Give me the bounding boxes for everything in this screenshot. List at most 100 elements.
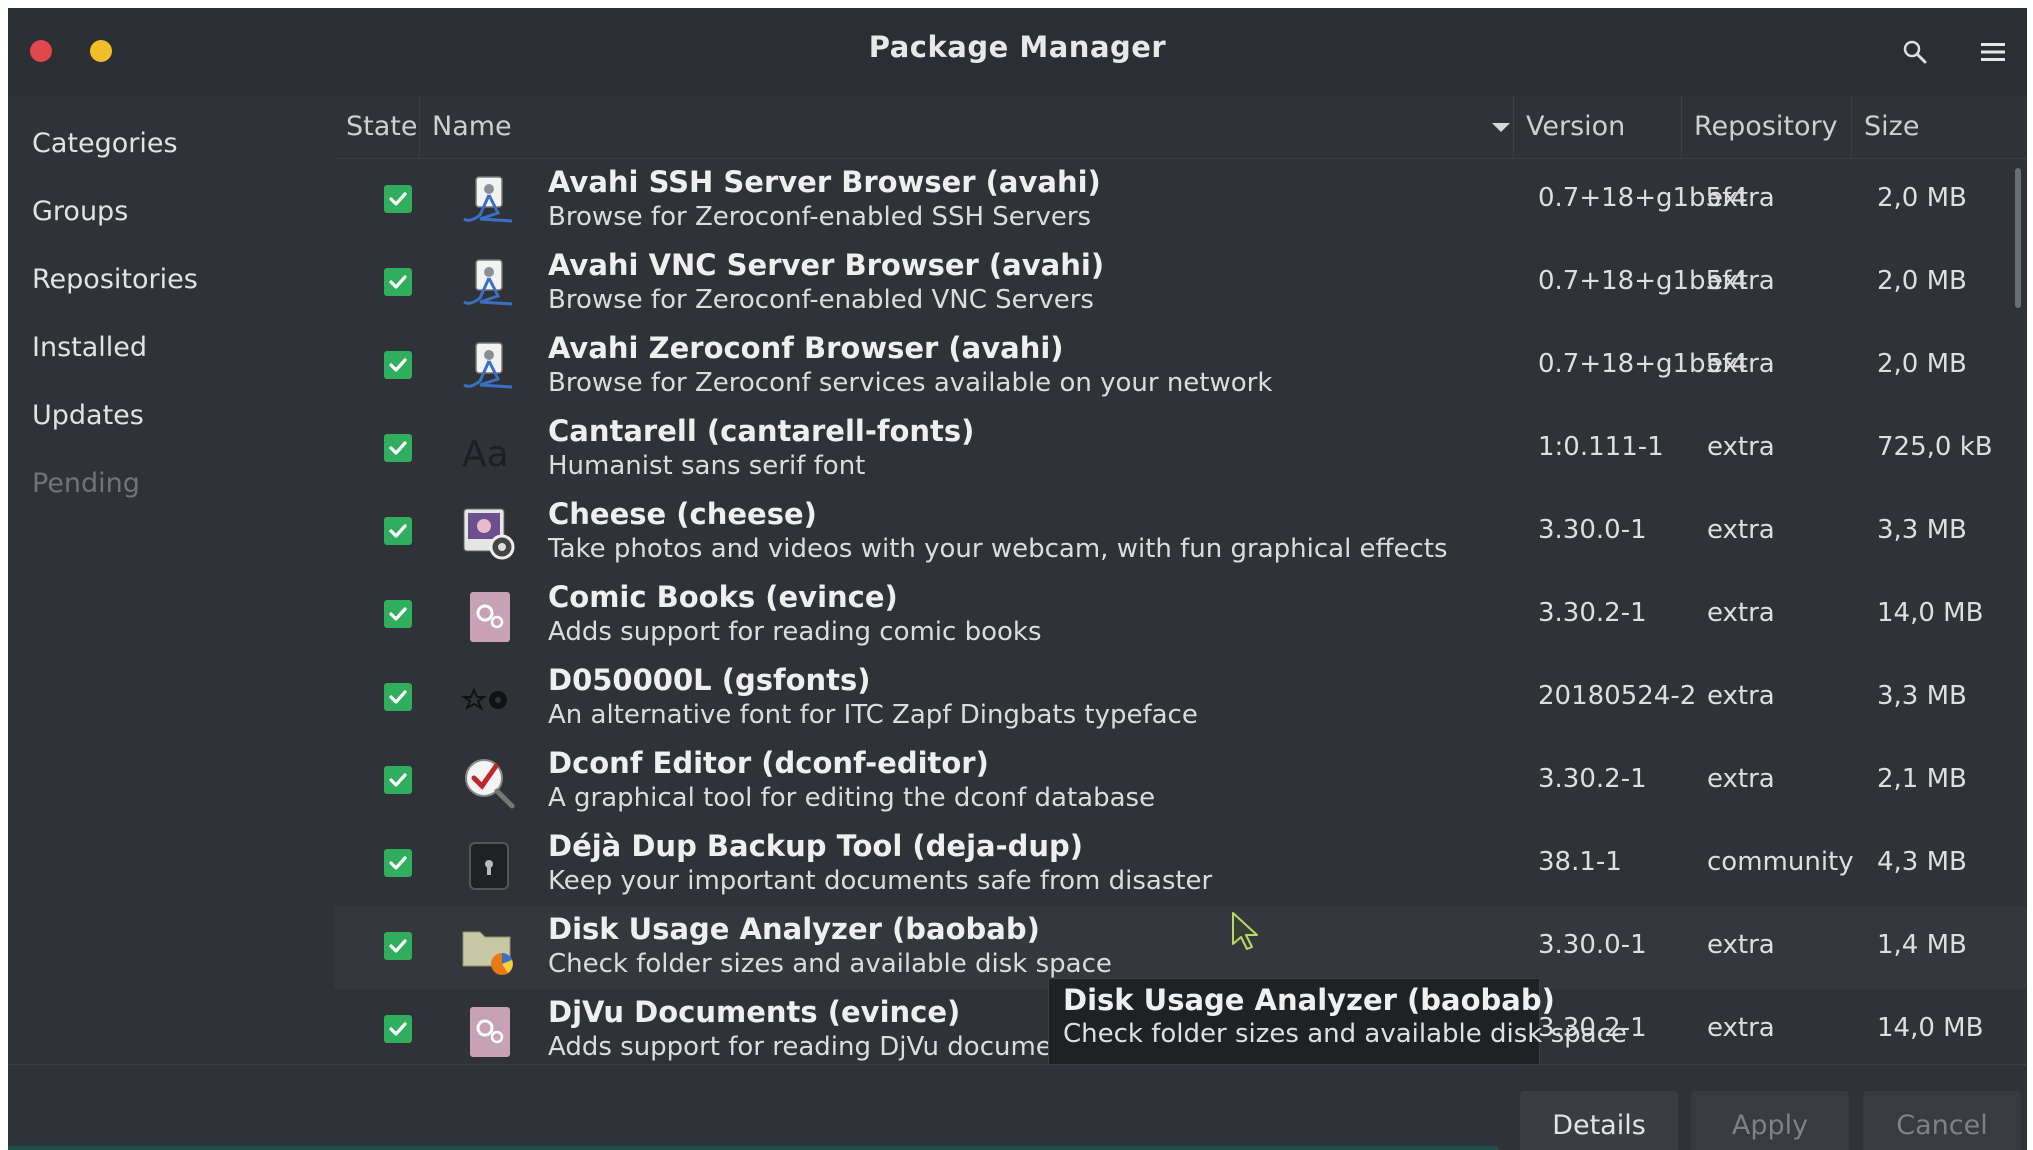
checkmark-icon <box>389 773 407 787</box>
package-description: Check folder sizes and available disk sp… <box>548 949 1112 979</box>
package-description: Keep your important documents safe from … <box>548 866 1213 896</box>
action-bar: Details Apply Cancel <box>8 1064 2027 1150</box>
sidebar-item-groups[interactable]: Groups <box>32 182 312 242</box>
package-name: Cheese (cheese) <box>548 497 817 531</box>
font-icon: Aa <box>460 422 518 480</box>
checkmark-icon <box>389 275 407 289</box>
window-title: Package Manager <box>868 30 1167 64</box>
table-row[interactable]: Déjà Dup Backup Tool (deja-dup) Keep your… <box>334 823 2027 906</box>
package-table: State Name Version Repository Size Avahi… <box>334 96 2027 1068</box>
package-description: A graphical tool for editing the dconf d… <box>548 783 1156 813</box>
package-version: 3.30.2-1 <box>1538 764 1647 794</box>
search-icon <box>1903 40 1927 64</box>
package-repository: extra <box>1707 681 1775 711</box>
package-name: Cantarell (cantarell-fonts) <box>548 414 975 448</box>
column-header-repository[interactable]: Repository <box>1682 96 1852 158</box>
package-size: 2,0 MB <box>1877 349 1967 379</box>
table-row[interactable]: Avahi Zeroconf Browser (avahi) Browse for… <box>334 325 2027 408</box>
package-name: Déjà Dup Backup Tool (deja-dup) <box>548 829 1084 863</box>
package-description: Adds support for reading comic books <box>548 617 1042 647</box>
package-repository: extra <box>1707 598 1775 628</box>
package-version: 3.30.0-1 <box>1538 930 1647 960</box>
package-size: 2,0 MB <box>1877 183 1967 213</box>
package-repository: extra <box>1707 764 1775 794</box>
dconf-editor-icon <box>460 754 518 812</box>
installed-checkbox[interactable] <box>384 185 412 213</box>
vertical-scrollbar[interactable] <box>2015 168 2021 308</box>
checkmark-icon <box>389 690 407 704</box>
package-name: Comic Books (evince) <box>548 580 898 614</box>
installed-checkbox[interactable] <box>384 849 412 877</box>
table-row[interactable]: Avahi VNC Server Browser (avahi) Browse f… <box>334 242 2027 325</box>
backup-safe-icon <box>460 837 518 895</box>
sort-descending-icon <box>1492 123 1510 132</box>
installed-checkbox[interactable] <box>384 434 412 462</box>
package-version: 38.1-1 <box>1538 847 1622 877</box>
package-size: 14,0 MB <box>1877 598 1984 628</box>
package-repository: extra <box>1707 515 1775 545</box>
package-repository: extra <box>1707 432 1775 462</box>
package-size: 3,3 MB <box>1877 515 1967 545</box>
checkmark-icon <box>389 856 407 870</box>
hamburger-menu-icon <box>1981 43 2005 61</box>
installed-checkbox[interactable] <box>384 268 412 296</box>
table-row[interactable]: D050000L (gsfonts) An alternative font fo… <box>334 657 2027 740</box>
package-repository: extra <box>1707 349 1775 379</box>
table-row[interactable]: Aa Cantarell (cantarell-fonts) Humanist sa… <box>334 408 2027 491</box>
package-version: 3.30.0-1 <box>1538 515 1647 545</box>
apply-button[interactable]: Apply <box>1691 1091 1849 1150</box>
column-header-name-label: Name <box>432 111 512 142</box>
disk-usage-folder-icon <box>460 920 518 978</box>
table-row[interactable]: Avahi SSH Server Browser (avahi) Browse f… <box>334 159 2027 242</box>
package-size: 1,4 MB <box>1877 930 1967 960</box>
status-strip <box>8 1146 1498 1150</box>
sidebar-item-repositories[interactable]: Repositories <box>32 250 312 310</box>
plugin-gear-icon <box>460 1003 518 1061</box>
network-browser-icon <box>460 256 518 314</box>
sidebar-item-installed[interactable]: Installed <box>32 318 312 378</box>
webcam-icon <box>460 505 518 563</box>
installed-checkbox[interactable] <box>384 351 412 379</box>
package-repository: extra <box>1707 930 1775 960</box>
package-version: 3.30.2-1 <box>1538 598 1647 628</box>
table-header: State Name Version Repository Size <box>334 96 2027 159</box>
package-version: 1:0.111-1 <box>1538 432 1664 462</box>
package-size: 2,1 MB <box>1877 764 1967 794</box>
sidebar-item-updates[interactable]: Updates <box>32 386 312 446</box>
installed-checkbox[interactable] <box>384 1015 412 1043</box>
installed-checkbox[interactable] <box>384 766 412 794</box>
table-body: Avahi SSH Server Browser (avahi) Browse f… <box>334 159 2027 1064</box>
table-row[interactable]: Disk Usage Analyzer (baobab) Check folder… <box>334 906 2027 989</box>
tooltip-title: Disk Usage Analyzer (baobab) <box>1063 983 1555 1017</box>
package-description: Take photos and videos with your webcam,… <box>548 534 1448 564</box>
package-description: Humanist sans serif font <box>548 451 866 481</box>
package-size: 14,0 MB <box>1877 1013 1984 1043</box>
table-row[interactable]: Cheese (cheese) Take photos and videos wi… <box>334 491 2027 574</box>
installed-checkbox[interactable] <box>384 683 412 711</box>
details-button[interactable]: Details <box>1520 1091 1678 1150</box>
package-repository: extra <box>1707 1013 1775 1043</box>
table-row[interactable]: Comic Books (evince) Adds support for rea… <box>334 574 2027 657</box>
checkmark-icon <box>389 441 407 455</box>
installed-checkbox[interactable] <box>384 932 412 960</box>
column-header-version[interactable]: Version <box>1514 96 1682 158</box>
installed-checkbox[interactable] <box>384 600 412 628</box>
checkmark-icon <box>389 939 407 953</box>
package-repository: extra <box>1707 183 1775 213</box>
svg-text:Aa: Aa <box>462 434 509 475</box>
title-bar: Package Manager <box>8 8 2027 96</box>
dingbats-font-icon <box>460 671 518 729</box>
package-name: Avahi SSH Server Browser (avahi) <box>548 165 1101 199</box>
package-description: Adds support for reading DjVu documents <box>548 1032 1093 1062</box>
cancel-button[interactable]: Cancel <box>1863 1091 2021 1150</box>
table-row[interactable]: Dconf Editor (dconf-editor) A graphical t… <box>334 740 2027 823</box>
column-header-name[interactable]: Name <box>420 96 1514 158</box>
installed-checkbox[interactable] <box>384 517 412 545</box>
column-header-size[interactable]: Size <box>1852 96 2027 158</box>
search-button[interactable] <box>1893 30 1937 74</box>
package-description: Browse for Zeroconf-enabled VNC Servers <box>548 285 1094 315</box>
column-header-state[interactable]: State <box>334 96 420 158</box>
sidebar-item-categories[interactable]: Categories <box>32 114 312 174</box>
package-size: 4,3 MB <box>1877 847 1967 877</box>
hamburger-menu-button[interactable] <box>1971 30 2015 74</box>
